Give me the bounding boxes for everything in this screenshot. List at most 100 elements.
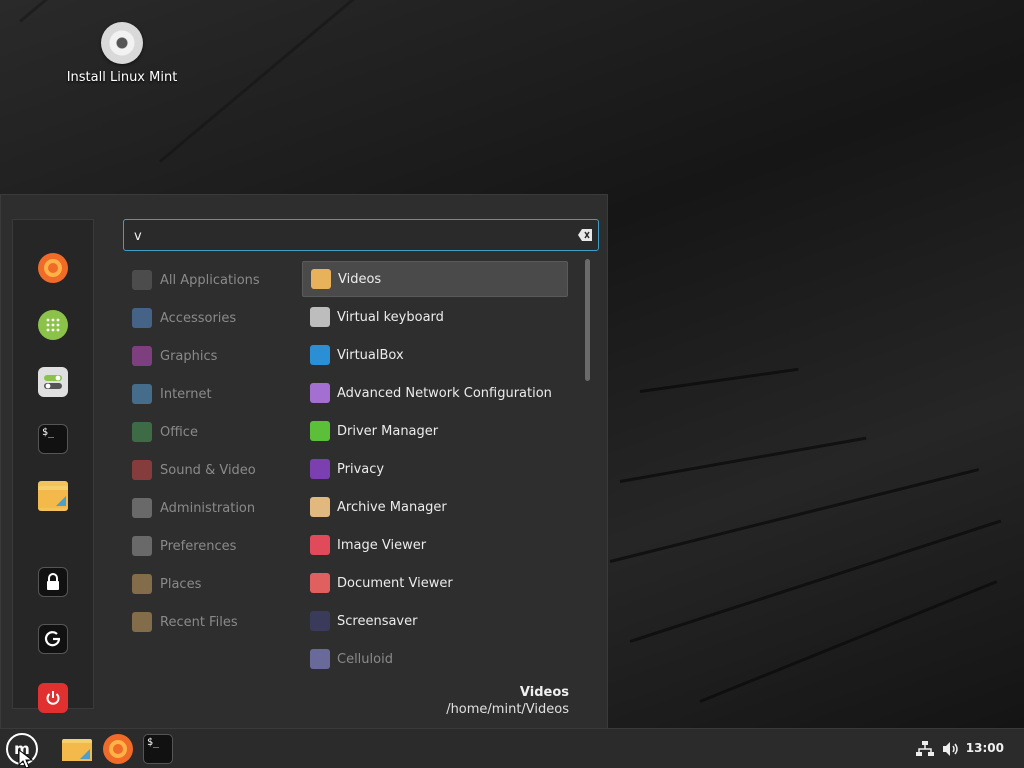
mask-icon	[310, 459, 330, 479]
app-document-viewer[interactable]: Document Viewer	[302, 565, 568, 601]
category-administration[interactable]: Administration	[123, 492, 293, 524]
category-all-applications[interactable]: All Applications	[123, 264, 293, 296]
keyboard-icon	[310, 307, 330, 327]
category-places[interactable]: Places	[123, 568, 293, 600]
category-office[interactable]: Office	[123, 416, 293, 448]
app-privacy[interactable]: Privacy	[302, 451, 568, 487]
app-label: Driver Manager	[337, 423, 439, 439]
network-icon[interactable]	[916, 741, 934, 757]
lock-icon	[47, 573, 59, 590]
app-driver-manager[interactable]: Driver Manager	[302, 413, 568, 449]
app-label: Videos	[338, 271, 382, 287]
system-settings-favorite-button[interactable]	[38, 367, 68, 397]
category-accessories[interactable]: Accessories	[123, 302, 293, 334]
category-graphics[interactable]: Graphics	[123, 340, 293, 372]
app-label: Virtual keyboard	[337, 309, 444, 325]
app-image-viewer[interactable]: Image Viewer	[302, 527, 568, 563]
app-videos[interactable]: Videos	[302, 261, 568, 297]
wallpaper-stripe	[609, 468, 980, 563]
glasses-icon	[310, 573, 330, 593]
software-manager-favorite-button[interactable]	[38, 310, 68, 340]
clear-search-icon[interactable]	[578, 229, 592, 241]
terminal-icon: $_	[42, 427, 55, 438]
category-recent-files[interactable]: Recent Files	[123, 606, 293, 638]
terminal-icon: $_	[147, 737, 160, 748]
mouse-cursor-icon	[18, 749, 34, 768]
grid-icon	[132, 270, 152, 290]
toggle-icon	[132, 536, 152, 556]
shutdown-button[interactable]	[38, 683, 68, 713]
selected-app-title: Videos	[519, 685, 569, 700]
app-virtual-keyboard[interactable]: Virtual keyboard	[302, 299, 568, 335]
firefox-icon	[44, 259, 62, 277]
bottom-panel: m $_ 13:00	[0, 728, 1024, 768]
firefox-favorite-button[interactable]	[38, 253, 68, 283]
category-label: Graphics	[160, 348, 218, 364]
folder-icon	[38, 486, 68, 508]
panel-clock[interactable]: 13:00	[966, 741, 1004, 755]
category-sound-video[interactable]: Sound & Video	[123, 454, 293, 486]
virtualbox-icon	[310, 345, 330, 365]
search-box[interactable]	[123, 219, 599, 251]
power-icon	[46, 691, 60, 705]
app-screensaver[interactable]: Screensaver	[302, 603, 568, 639]
chip-icon	[310, 421, 330, 441]
category-label: Sound & Video	[160, 462, 256, 478]
toggle-icon	[132, 498, 152, 518]
video-folder-icon	[311, 269, 331, 289]
category-preferences[interactable]: Preferences	[123, 530, 293, 562]
folder-icon	[62, 739, 92, 761]
image-icon	[310, 535, 330, 555]
search-input[interactable]	[134, 226, 564, 246]
firefox-icon	[109, 740, 127, 758]
document-icon	[132, 422, 152, 442]
install-linux-mint-desktop-icon[interactable]: Install Linux Mint	[62, 22, 182, 85]
logout-button[interactable]	[38, 624, 68, 654]
folder-icon	[132, 574, 152, 594]
app-label: Document Viewer	[337, 575, 453, 591]
terminal-panel-launcher[interactable]: $_	[143, 734, 173, 764]
folder-clock-icon	[132, 612, 152, 632]
wallpaper-stripe	[19, 0, 205, 23]
app-label: VirtualBox	[337, 347, 404, 363]
app-list-scrollbar[interactable]	[585, 259, 590, 381]
logout-icon	[44, 631, 61, 647]
wallpaper-stripe	[639, 367, 799, 393]
desktop-icon-label: Install Linux Mint	[66, 70, 178, 85]
files-favorite-button[interactable]	[38, 481, 68, 511]
palette-icon	[132, 346, 152, 366]
app-label: Archive Manager	[337, 499, 447, 515]
volume-icon[interactable]	[942, 741, 960, 757]
selected-app-info: Videos /home/mint/Videos	[446, 685, 569, 717]
moon-icon	[310, 611, 330, 631]
wallpaper-stripe	[619, 436, 867, 483]
firefox-panel-launcher[interactable]	[103, 734, 133, 764]
category-label: Accessories	[160, 310, 237, 326]
app-virtualbox[interactable]: VirtualBox	[302, 337, 568, 373]
app-label: Celluloid	[337, 651, 393, 667]
category-label: Places	[160, 576, 202, 592]
category-label: Recent Files	[160, 614, 238, 630]
app-advanced-network-configuration[interactable]: Advanced Network Configuration	[302, 375, 568, 411]
favorites-sidebar: $_	[12, 219, 94, 713]
network-icon	[310, 383, 330, 403]
category-label: All Applications	[160, 272, 260, 288]
selected-app-path: /home/mint/Videos	[446, 702, 569, 717]
category-internet[interactable]: Internet	[123, 378, 293, 410]
category-label: Preferences	[160, 538, 237, 554]
archive-icon	[310, 497, 330, 517]
play-icon	[132, 460, 152, 480]
app-archive-manager[interactable]: Archive Manager	[302, 489, 568, 525]
settings-toggle-icon	[44, 375, 62, 389]
files-panel-launcher[interactable]	[62, 734, 92, 764]
wallpaper-stripe	[159, 0, 391, 163]
category-label: Internet	[160, 386, 212, 402]
disc-icon	[101, 22, 143, 64]
terminal-favorite-button[interactable]: $_	[38, 424, 68, 454]
category-label: Administration	[160, 500, 256, 516]
application-menu: $_ All Applications Accessories Graphics In…	[0, 194, 608, 728]
scissors-icon	[132, 308, 152, 328]
software-grid-icon	[46, 318, 60, 332]
app-celluloid[interactable]: Celluloid	[302, 641, 568, 677]
lock-screen-button[interactable]	[38, 567, 68, 597]
